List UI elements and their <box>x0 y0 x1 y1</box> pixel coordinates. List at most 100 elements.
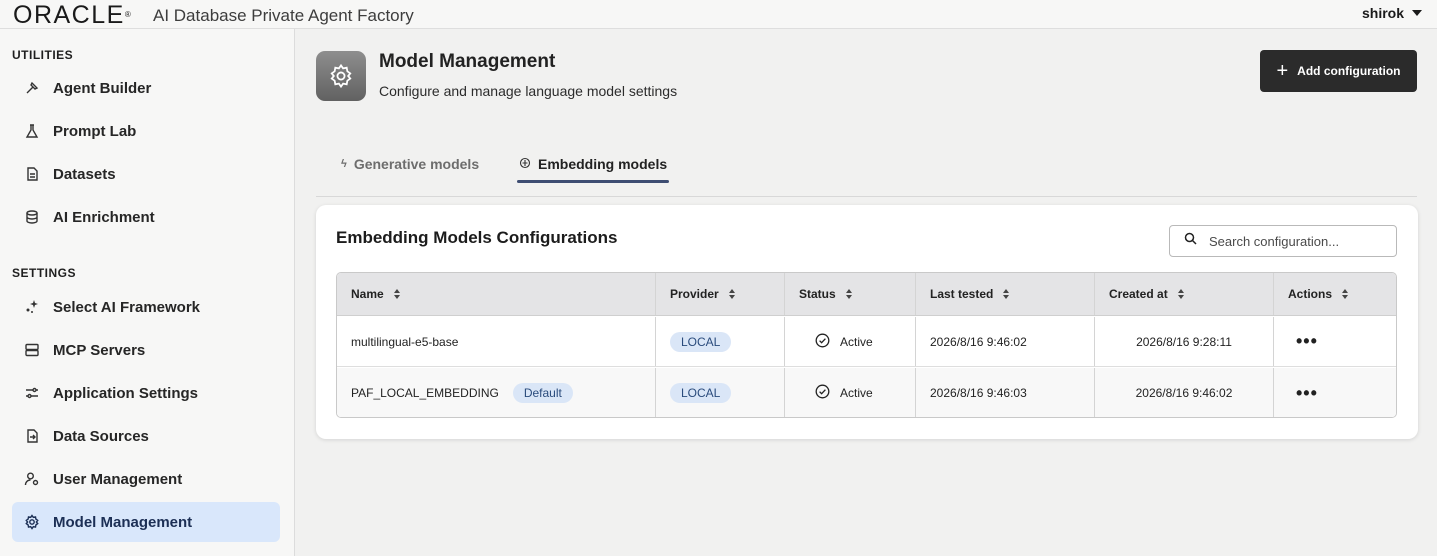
sort-icon <box>1342 289 1349 299</box>
model-name: PAF_LOCAL_EMBEDDING <box>351 386 499 400</box>
file-import-icon <box>22 426 42 446</box>
sidebar-item-label: AI Enrichment <box>53 208 155 226</box>
search-box[interactable] <box>1169 225 1397 257</box>
status-text: Active <box>840 386 873 400</box>
sidebar-item-label: Model Management <box>53 513 193 531</box>
default-badge: Default <box>512 383 573 403</box>
model-name: multilingual-e5-base <box>351 334 459 349</box>
sidebar-item-data-sources[interactable]: Data Sources <box>12 416 280 456</box>
cog-icon <box>22 512 42 532</box>
more-actions-icon[interactable]: ••• <box>1288 331 1318 352</box>
sort-icon <box>393 289 400 299</box>
column-header-created-at[interactable]: Created at <box>1095 273 1274 315</box>
column-label: Provider <box>670 287 719 301</box>
sidebar-item-label: User Management <box>53 470 183 488</box>
sidebar-item-prompt-lab[interactable]: Prompt Lab <box>12 111 280 151</box>
model-management-icon <box>316 51 366 101</box>
last-tested-value: 2026/8/16 9:46:03 <box>930 386 1027 400</box>
sidebar-section-utilities: UTILITIES <box>12 48 74 62</box>
cell-name: PAF_LOCAL_EMBEDDING Default <box>337 368 656 417</box>
sidebar-item-application-settings[interactable]: Application Settings <box>12 373 280 413</box>
sidebar-item-mcp-servers[interactable]: MCP Servers <box>12 330 280 370</box>
sort-icon <box>1003 289 1010 299</box>
created-at-value: 2026/8/16 9:28:11 <box>1136 334 1232 349</box>
provider-badge: LOCAL <box>670 331 732 352</box>
user-gear-icon <box>22 469 42 489</box>
sidebar-item-ai-enrichment[interactable]: AI Enrichment <box>12 197 280 237</box>
tab-embedding-models[interactable]: Embedding models <box>519 156 667 172</box>
column-header-provider[interactable]: Provider <box>656 273 785 315</box>
hammer-icon <box>22 78 42 98</box>
sidebar-item-select-ai-framework[interactable]: Select AI Framework <box>12 287 280 327</box>
cell-created-at: 2026/8/16 9:28:11 <box>1095 317 1274 366</box>
cell-actions: ••• <box>1274 317 1396 366</box>
sidebar-item-label: Application Settings <box>53 384 199 402</box>
bolt-icon: ϟ <box>341 158 347 170</box>
sidebar-item-label: Agent Builder <box>53 79 152 97</box>
table-header-row: Name Provider Status Last tested Created… <box>337 273 1396 316</box>
sidebar-item-label: Select AI Framework <box>53 298 201 316</box>
column-header-status[interactable]: Status <box>785 273 916 315</box>
sort-icon <box>845 289 852 299</box>
sidebar-item-label: MCP Servers <box>53 341 146 359</box>
search-icon <box>1184 232 1197 250</box>
configurations-table: Name Provider Status Last tested Created… <box>336 272 1397 418</box>
embedding-models-card: Embedding Models Configurations Name Pro… <box>316 205 1418 439</box>
column-label: Name <box>351 287 384 301</box>
cell-status: Active <box>785 368 916 417</box>
sidebar-item-user-management[interactable]: User Management <box>12 459 280 499</box>
tabs-divider <box>316 196 1417 197</box>
provider-badge: LOCAL <box>670 383 732 403</box>
cell-provider: LOCAL <box>656 317 785 366</box>
check-circle-icon <box>815 384 830 402</box>
embedding-icon <box>519 156 531 172</box>
cell-provider: LOCAL <box>656 368 785 417</box>
sidebar: UTILITIES Agent Builder Prompt Lab Datas… <box>0 29 295 556</box>
plus-icon: + <box>1276 60 1289 82</box>
page-subtitle: Configure and manage language model sett… <box>379 83 678 99</box>
oracle-logo[interactable]: ORACLE® <box>13 3 131 28</box>
sort-icon <box>728 289 735 299</box>
add-configuration-label: Add configuration <box>1297 64 1401 78</box>
cell-actions: ••• <box>1274 368 1396 417</box>
column-header-actions[interactable]: Actions <box>1274 273 1396 315</box>
column-label: Created at <box>1109 287 1168 301</box>
database-icon <box>22 207 42 227</box>
created-at-value: 2026/8/16 9:46:02 <box>1135 386 1233 400</box>
column-header-name[interactable]: Name <box>337 273 656 315</box>
sidebar-item-model-management[interactable]: Model Management <box>12 502 280 542</box>
tab-label: Embedding models <box>538 156 668 172</box>
sidebar-item-label: Data Sources <box>53 427 149 445</box>
user-name: shirok <box>1361 5 1404 21</box>
table-row[interactable]: multilingual-e5-base LOCAL Active 2026/8… <box>337 317 1396 367</box>
table-row[interactable]: PAF_LOCAL_EMBEDDING Default LOCAL Active… <box>337 368 1396 417</box>
server-icon <box>22 340 42 360</box>
cell-status: Active <box>785 317 916 366</box>
tab-label: Generative models <box>353 156 480 172</box>
sidebar-item-agent-builder[interactable]: Agent Builder <box>12 68 280 108</box>
app-title: AI Database Private Agent Factory <box>153 6 414 25</box>
document-icon <box>22 164 42 184</box>
tab-generative-models[interactable]: ϟ Generative models <box>341 156 479 172</box>
sidebar-section-settings: SETTINGS <box>12 266 77 280</box>
sidebar-item-label: Datasets <box>53 165 116 183</box>
column-label: Status <box>799 287 836 301</box>
more-actions-icon[interactable]: ••• <box>1288 383 1318 404</box>
card-title: Embedding Models Configurations <box>336 228 618 247</box>
check-circle-icon <box>815 333 830 351</box>
last-tested-value: 2026/8/16 9:46:02 <box>930 334 1027 349</box>
column-label: Last tested <box>930 287 994 301</box>
status-text: Active <box>840 334 873 349</box>
cell-last-tested: 2026/8/16 9:46:03 <box>916 368 1095 417</box>
cell-last-tested: 2026/8/16 9:46:02 <box>916 317 1095 366</box>
add-configuration-button[interactable]: + Add configuration <box>1260 50 1417 92</box>
top-bar: ORACLE® AI Database Private Agent Factor… <box>0 0 1437 29</box>
column-header-last-tested[interactable]: Last tested <box>916 273 1095 315</box>
flask-icon <box>22 121 42 141</box>
sidebar-item-datasets[interactable]: Datasets <box>12 154 280 194</box>
sidebar-item-label: Prompt Lab <box>53 122 137 140</box>
search-input[interactable] <box>1209 233 1379 249</box>
sliders-icon <box>22 383 42 403</box>
sort-icon <box>1177 289 1184 299</box>
user-menu[interactable]: shirok <box>1362 5 1422 21</box>
